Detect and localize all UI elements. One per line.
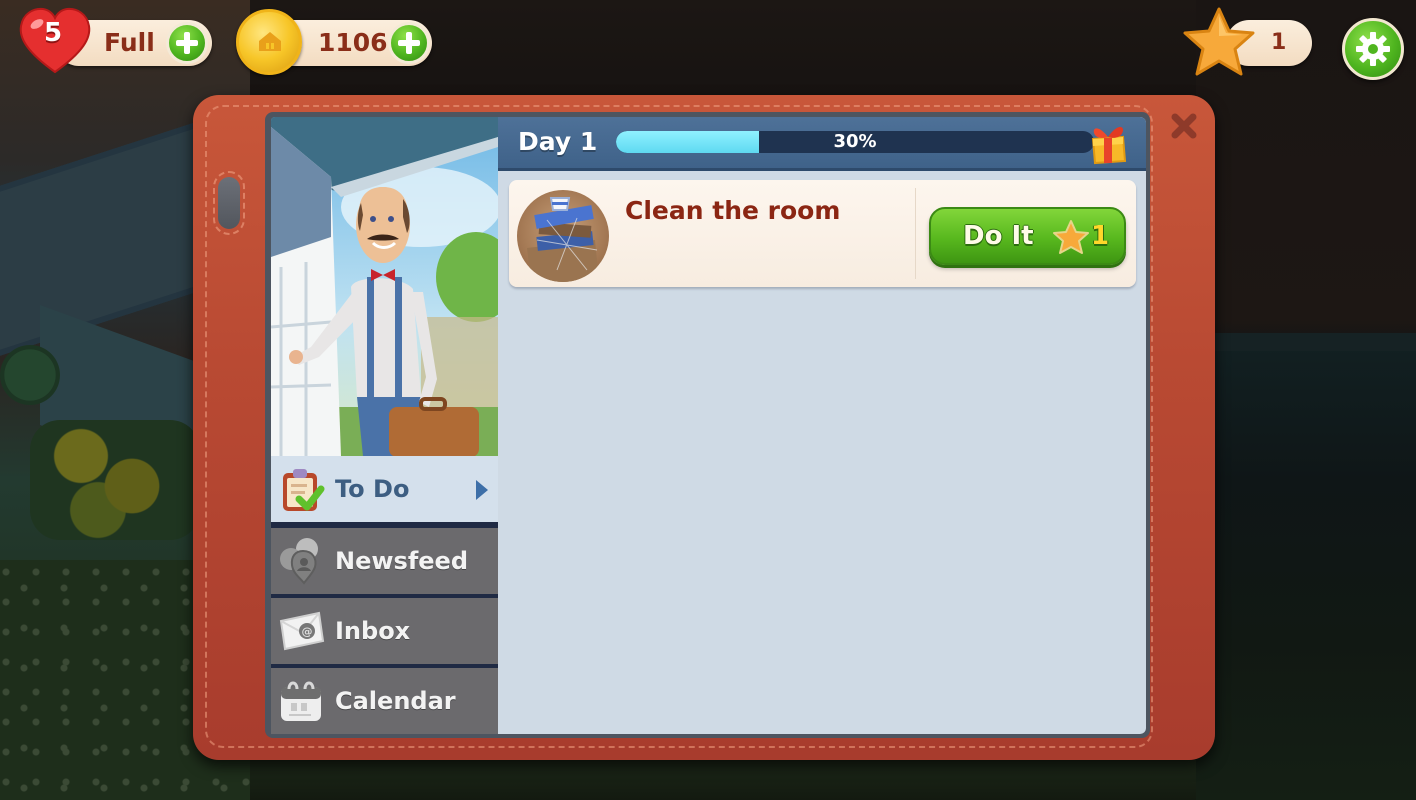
scene-right-area [1196,0,1416,800]
day-progress-bar: 30% [616,131,1094,153]
star-icon [1183,7,1255,76]
scene-flowerbed [30,420,200,540]
gear-icon [1356,32,1390,66]
nav-label-to-do: To Do [335,475,410,503]
butler-portrait-image [271,117,498,456]
task-title: Clean the room [625,196,841,225]
house-icon [259,32,281,51]
chevron-right-icon [476,480,488,500]
nav-label-calendar: Calendar [335,687,456,715]
task-thumbnail [517,190,609,282]
add-coins-button[interactable] [388,22,430,64]
lives-count: 5 [43,18,63,48]
day-progress-header: Day 1 30% [498,117,1146,171]
day-progress-text: 30% [833,131,877,152]
settings-button[interactable] [1342,18,1404,80]
tablet-camera [218,177,240,229]
close-icon [1171,113,1197,139]
lives-status: Full [104,28,155,57]
do-it-reward-amount: 1 [1091,221,1110,251]
coins-amount: 1106 [318,28,388,57]
close-button[interactable] [1168,110,1200,142]
nav-item-inbox[interactable]: @ Inbox [271,598,498,664]
envelope-icon: @ [279,611,325,651]
calendar-icon [281,681,321,721]
day-label: Day 1 [518,127,598,156]
task-divider [915,188,916,279]
nav-item-newsfeed[interactable]: Newsfeed [271,528,498,594]
add-lives-button[interactable] [166,22,208,64]
plus-icon [176,32,198,54]
dusty-books-box-icon [527,197,599,282]
svg-text:@: @ [302,625,313,638]
nav-item-calendar[interactable]: Calendar [271,668,498,734]
nav-label-newsfeed: Newsfeed [335,547,468,575]
character-portrait [271,117,498,456]
coin-icon [236,9,302,75]
do-it-button[interactable]: Do It 1 [929,207,1126,265]
scene-bottom-area [250,760,1210,800]
plus-icon [398,32,420,54]
people-pins-icon [280,538,318,585]
stars-count: 1 [1271,30,1287,55]
star-icon [1053,220,1089,254]
gift-icon[interactable] [1087,119,1129,165]
scene-plant [0,345,60,405]
to-do-panel: Day 1 30% Clean the room Do It 1 [498,117,1146,734]
nav-item-to-do[interactable]: To Do [271,456,498,522]
task-card: Clean the room Do It 1 [509,180,1136,287]
do-it-label: Do It [963,221,1034,251]
nav-label-inbox: Inbox [335,617,411,645]
clipboard-check-icon [283,469,325,511]
tablet-nav: To Do Newsfeed @ Inbox Calendar [271,456,498,734]
